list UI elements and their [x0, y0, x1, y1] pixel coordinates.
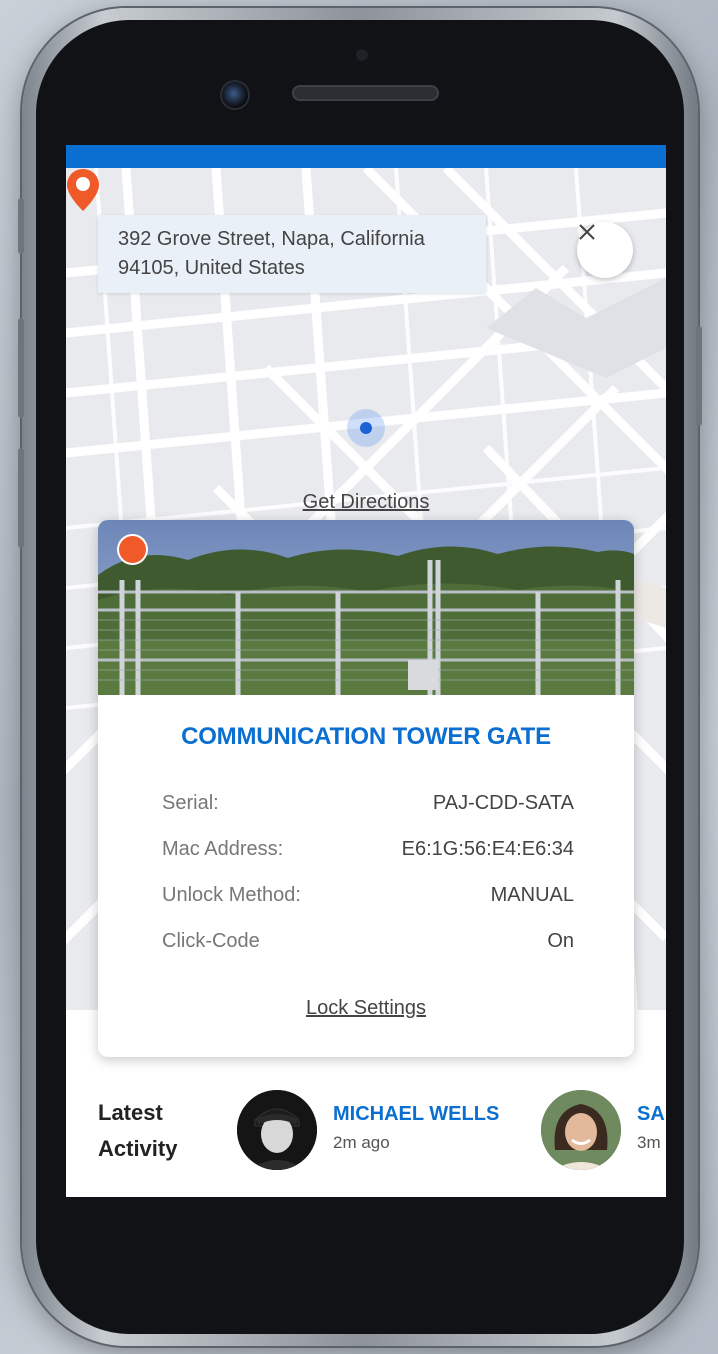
detail-row-serial: Serial: PAJ-CDD-SATA — [162, 780, 574, 826]
status-indicator — [119, 536, 146, 563]
detail-label: Serial: — [162, 791, 219, 814]
detail-row-unlock-method: Unlock Method: MANUAL — [162, 872, 574, 918]
front-camera — [222, 82, 248, 108]
address-label: 392 Grove Street, Napa, California 94105… — [98, 215, 486, 293]
close-button[interactable] — [577, 222, 633, 278]
proximity-sensor — [356, 49, 368, 61]
lock-title: COMMUNICATION TOWER GATE — [181, 723, 551, 750]
detail-row-click-code: Click-Code On — [162, 918, 574, 964]
detail-label: Mac Address: — [162, 837, 284, 860]
activity-time: 3m — [637, 1133, 661, 1152]
activity-time: 2m ago — [333, 1133, 390, 1152]
latest-activity-heading: Latest Activity — [98, 1095, 177, 1167]
avatar-photo — [237, 1090, 317, 1170]
detail-value: PAJ-CDD-SATA — [432, 791, 574, 814]
avatar[interactable] — [237, 1090, 317, 1170]
detail-label: Click-Code — [162, 929, 260, 952]
detail-value: On — [547, 929, 574, 952]
activity-user-name[interactable]: MICHAEL WELLS — [333, 1103, 499, 1126]
app-screen: 392 Grove Street, Napa, California 94105… — [66, 145, 666, 1197]
close-icon — [579, 224, 595, 240]
power-button — [696, 326, 702, 426]
detail-value: E6:1G:56:E4:E6:34 — [401, 837, 574, 860]
avatar-photo — [541, 1090, 621, 1170]
lock-details-list: Serial: PAJ-CDD-SATA Mac Address: E6:1G:… — [162, 780, 574, 964]
heading-line: Latest — [98, 1100, 163, 1125]
get-directions-link[interactable]: Get Directions — [66, 491, 666, 514]
heading-line: Activity — [98, 1136, 178, 1161]
detail-row-mac-address: Mac Address: E6:1G:56:E4:E6:34 — [162, 826, 574, 872]
mute-switch — [18, 198, 24, 254]
detail-value: MANUAL — [490, 883, 574, 906]
gate-photo — [98, 520, 634, 695]
detail-label: Unlock Method: — [162, 883, 301, 906]
activity-user-name[interactable]: SA — [637, 1103, 665, 1126]
volume-down-button — [18, 448, 24, 548]
current-location-icon — [347, 409, 385, 447]
status-bar — [66, 145, 666, 168]
avatar[interactable] — [541, 1090, 621, 1170]
earpiece-speaker — [292, 85, 439, 101]
lock-detail-card: COMMUNICATION TOWER GATE Serial: PAJ-CDD… — [98, 520, 634, 1057]
location-pin-icon[interactable] — [66, 168, 100, 212]
lock-settings-link[interactable]: Lock Settings — [98, 997, 634, 1020]
volume-up-button — [18, 318, 24, 418]
